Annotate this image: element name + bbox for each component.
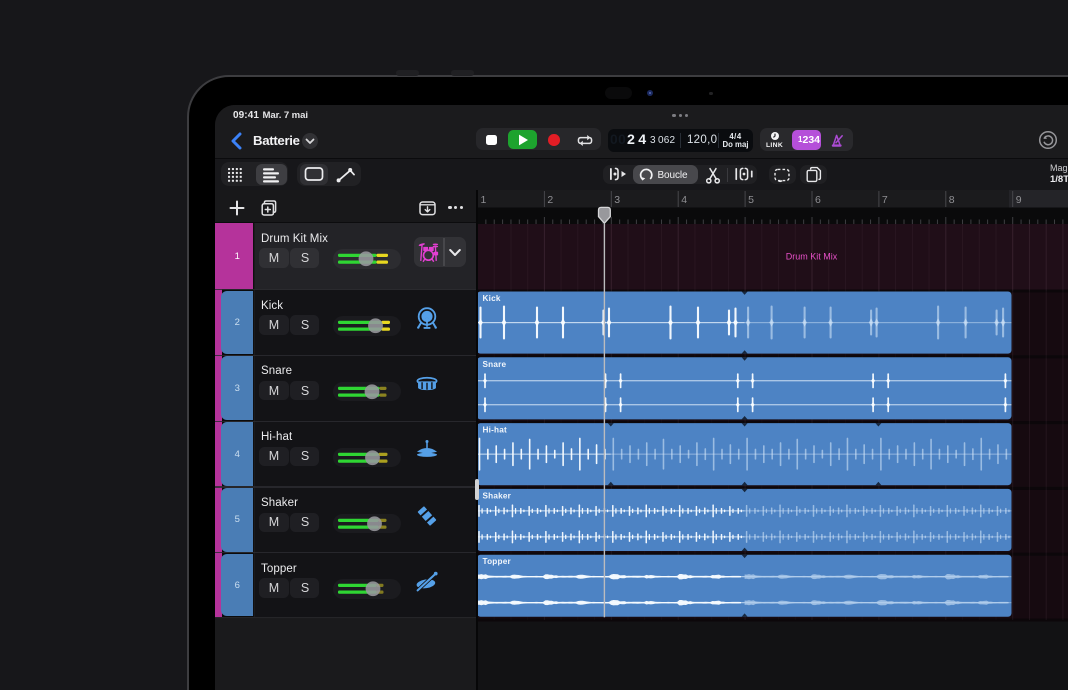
svg-text:Shaker: Shaker (482, 491, 511, 500)
svg-text:Drum Kit Mix: Drum Kit Mix (786, 252, 838, 262)
svg-text:3: 3 (614, 194, 620, 206)
svg-text:1: 1 (480, 194, 486, 206)
svg-text:4: 4 (681, 194, 687, 206)
svg-text:8: 8 (949, 194, 955, 206)
svg-text:Hi-hat: Hi-hat (482, 426, 506, 435)
svg-text:7: 7 (882, 194, 888, 206)
svg-text:6: 6 (815, 194, 821, 206)
svg-text:Snare: Snare (482, 360, 506, 369)
svg-text:Topper: Topper (482, 557, 511, 566)
svg-text:2: 2 (547, 194, 553, 206)
svg-text:9: 9 (1016, 194, 1022, 206)
svg-text:5: 5 (748, 194, 754, 206)
svg-text:Kick: Kick (482, 294, 500, 303)
